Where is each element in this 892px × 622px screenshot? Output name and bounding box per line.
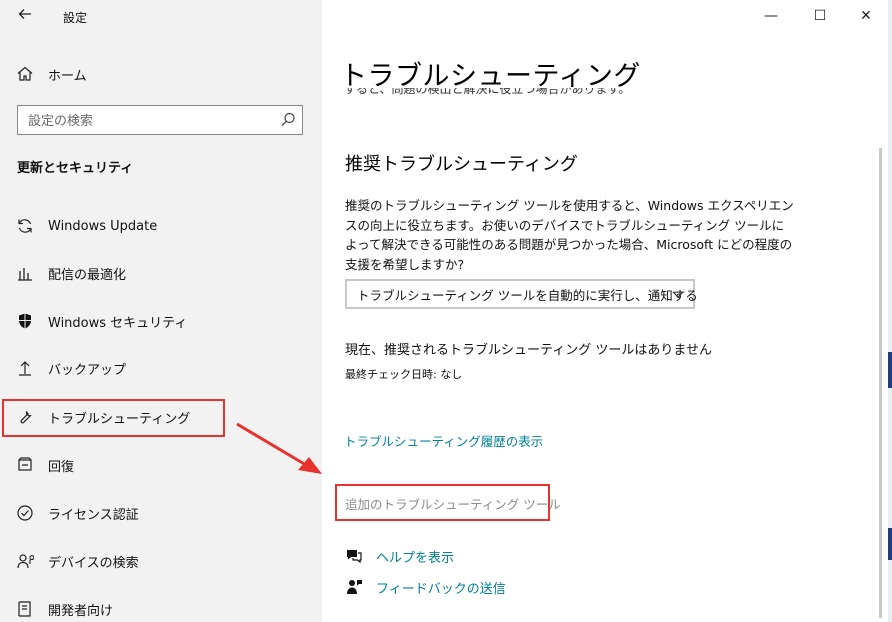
maximize-icon: ☐ (813, 8, 827, 24)
developer-icon (14, 598, 36, 620)
delivery-optimization-icon (14, 262, 36, 284)
partial-description: すると、問題の検出と解決に役立つ場合があります。 (344, 88, 644, 100)
sidebar-item-activation[interactable]: ライセンス認証 (14, 500, 139, 526)
search-input[interactable] (26, 106, 280, 136)
chat-help-icon (344, 546, 364, 566)
sidebar-item-label: バックアップ (48, 362, 127, 378)
sync-icon (14, 215, 36, 237)
last-check-time: 最終チェック日時: なし (345, 368, 463, 381)
recommended-heading: 推奨トラブルシューティング (345, 154, 578, 175)
get-help-link[interactable]: ヘルプを表示 (376, 547, 454, 566)
back-button[interactable] (14, 6, 36, 28)
sidebar-item-label: デバイスの検索 (48, 555, 139, 571)
section-heading: 更新とセキュリティ (17, 161, 134, 176)
partial-description-text: すると、問題の検出と解決に役立つ場合があります。 (344, 88, 631, 96)
content-scrollbar[interactable] (879, 148, 882, 618)
chevron-down-icon (672, 291, 684, 298)
sidebar: 設定 ホーム 更新とセキュリティ Windows Update 配信の最適化 (0, 0, 322, 622)
sidebar-item-delivery-optimization[interactable]: 配信の最適化 (14, 260, 126, 286)
search-box[interactable] (17, 105, 303, 136)
maximize-button[interactable]: ☐ (797, 0, 843, 32)
sidebar-item-label: Windows Update (48, 218, 158, 234)
sidebar-item-label: 開発者向け (48, 603, 114, 619)
sidebar-item-home[interactable]: ホーム (14, 62, 87, 86)
sidebar-item-developers[interactable]: 開発者向け (14, 596, 113, 622)
sidebar-item-label: 回復 (48, 459, 75, 475)
shield-icon (14, 310, 36, 332)
settings-window: 設定 ホーム 更新とセキュリティ Windows Update 配信の最適化 (0, 0, 892, 622)
sidebar-item-windows-update[interactable]: Windows Update (14, 213, 157, 239)
troubleshoot-history-link[interactable]: トラブルシューティング履歴の表示 (344, 431, 543, 450)
recovery-icon (14, 454, 36, 476)
search-icon[interactable] (279, 111, 297, 129)
dropdown-value: トラブルシューティング ツールを自動的に実行し、通知する (357, 287, 698, 303)
sidebar-item-windows-security[interactable]: Windows セキュリティ (14, 308, 187, 334)
sidebar-item-label: ライセンス認証 (48, 507, 139, 523)
sidebar-item-recovery[interactable]: 回復 (14, 452, 74, 478)
troubleshoot-preference-dropdown[interactable]: トラブルシューティング ツールを自動的に実行し、通知する (345, 279, 698, 309)
sidebar-item-label: 配信の最適化 (48, 267, 127, 283)
app-title: 設定 (63, 11, 88, 25)
background-window-accent-1 (888, 352, 892, 388)
recommended-description: 推奨のトラブルシューティング ツールを使用すると、Windows エクスペリエン… (345, 198, 794, 272)
close-icon: ✕ (860, 8, 872, 24)
minimize-icon: — (764, 8, 778, 24)
back-arrow-icon (18, 9, 31, 19)
close-button[interactable]: ✕ (843, 0, 889, 32)
highlight-box-troubleshoot (2, 399, 225, 437)
feedback-icon (344, 577, 364, 597)
sidebar-item-backup[interactable]: バックアップ (14, 355, 126, 381)
sidebar-item-find-device[interactable]: デバイスの検索 (14, 548, 139, 574)
highlight-box-additional (335, 484, 550, 521)
sidebar-item-label: Windows セキュリティ (48, 315, 188, 331)
home-icon (14, 63, 36, 85)
background-window-accent-2 (888, 528, 892, 560)
sidebar-item-label: ホーム (48, 68, 87, 84)
send-feedback-link[interactable]: フィードバックの送信 (376, 578, 506, 597)
recommendation-status: 現在、推奨されるトラブルシューティング ツールはありません (345, 343, 712, 358)
get-help-row[interactable]: ヘルプを表示 (344, 545, 454, 567)
send-feedback-row[interactable]: フィードバックの送信 (344, 576, 506, 598)
backup-arrow-icon (14, 357, 36, 379)
check-circle-icon (14, 502, 36, 524)
minimize-button[interactable]: — (748, 0, 794, 32)
person-location-icon (14, 550, 36, 572)
